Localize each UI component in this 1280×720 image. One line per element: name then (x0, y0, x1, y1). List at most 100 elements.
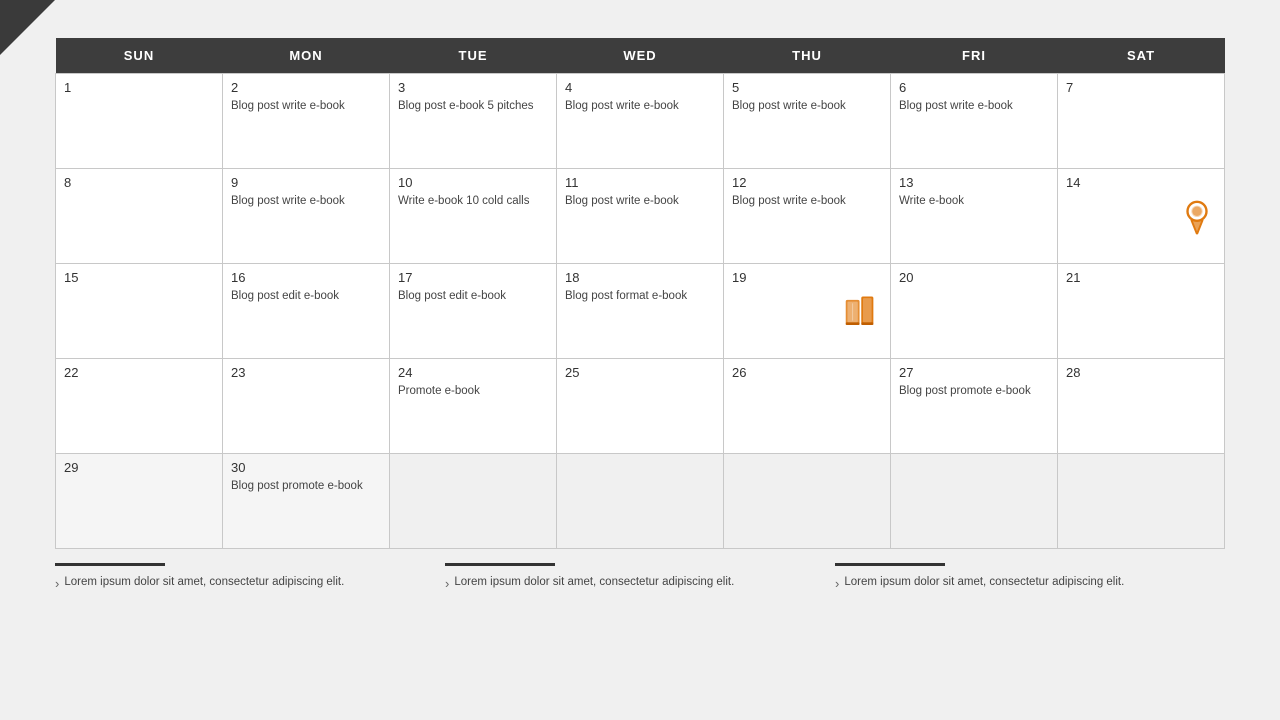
calendar-cell-w1-d2: 2 Blog post write e-book (223, 74, 390, 169)
calendar-cell-w2-d1: 8 (56, 169, 223, 264)
day-number: 21 (1066, 270, 1216, 285)
day-number: 10 (398, 175, 548, 190)
day-number: 15 (64, 270, 214, 285)
day-number: 3 (398, 80, 548, 95)
day-number: 30 (231, 460, 381, 475)
day-number: 23 (231, 365, 381, 380)
day-header-thu: THU (724, 38, 891, 74)
book-icon (732, 293, 882, 331)
calendar-cell-w2-d7: 14 (1058, 169, 1225, 264)
calendar-cell-w4-d1: 22 (56, 359, 223, 454)
day-event-text: Blog post write e-book (231, 98, 381, 114)
footer-line (445, 563, 555, 566)
calendar-cell-w5-d1: 29 (56, 454, 223, 549)
calendar-header: SUNMONTUEWEDTHUFRISAT (56, 38, 1225, 74)
day-header-sat: SAT (1058, 38, 1225, 74)
calendar-cell-w3-d3: 17 Blog post edit e-book (390, 264, 557, 359)
day-number: 26 (732, 365, 882, 380)
day-header-sun: SUN (56, 38, 223, 74)
calendar-row-5: 29 30 Blog post promote e-book (56, 454, 1225, 549)
calendar-cell-w5-d6 (891, 454, 1058, 549)
day-number: 7 (1066, 80, 1216, 95)
day-event-text: Blog post write e-book (565, 193, 715, 209)
day-number: 27 (899, 365, 1049, 380)
calendar-cell-w1-d4: 4 Blog post write e-book (557, 74, 724, 169)
calendar-cell-w3-d1: 15 (56, 264, 223, 359)
calendar-cell-w5-d7 (1058, 454, 1225, 549)
calendar-cell-w3-d4: 18 Blog post format e-book (557, 264, 724, 359)
day-number: 18 (565, 270, 715, 285)
calendar-cell-w4-d6: 27 Blog post promote e-book (891, 359, 1058, 454)
day-header-mon: MON (223, 38, 390, 74)
day-number: 2 (231, 80, 381, 95)
footer-content: Lorem ipsum dolor sit amet, consectetur … (454, 574, 734, 591)
day-header-wed: WED (557, 38, 724, 74)
day-number: 12 (732, 175, 882, 190)
calendar-cell-w5-d4 (557, 454, 724, 549)
footer-content: Lorem ipsum dolor sit amet, consectetur … (64, 574, 344, 591)
calendar-cell-w2-d4: 11 Blog post write e-book (557, 169, 724, 264)
day-event-text: Write e-book 10 cold calls (398, 193, 548, 209)
day-number: 11 (565, 175, 715, 190)
day-event-text: Blog post write e-book (732, 193, 882, 209)
award-icon (1066, 198, 1216, 236)
day-number: 4 (565, 80, 715, 95)
day-number: 25 (565, 365, 715, 380)
day-event-text: Blog post promote e-book (899, 383, 1049, 399)
calendar-cell-w4-d3: 24Promote e-book (390, 359, 557, 454)
footer-col-3: ›Lorem ipsum dolor sit amet, consectetur… (835, 563, 1225, 594)
day-event-text: Blog post edit e-book (398, 288, 548, 304)
calendar-cell-w5-d2: 30 Blog post promote e-book (223, 454, 390, 549)
calendar-cell-w4-d2: 23 (223, 359, 390, 454)
day-number: 13 (899, 175, 1049, 190)
day-header-tue: TUE (390, 38, 557, 74)
footer-line (835, 563, 945, 566)
calendar-cell-w1-d7: 7 (1058, 74, 1225, 169)
day-number: 22 (64, 365, 214, 380)
day-number: 28 (1066, 365, 1216, 380)
footer-col-1: ›Lorem ipsum dolor sit amet, consectetur… (55, 563, 445, 594)
footer: › Lorem ipsum dolor sit amet, consectetur… (0, 549, 1280, 594)
page-title (0, 0, 1280, 38)
calendar-row-2: 89Blog post write e-book10Write e-book 1… (56, 169, 1225, 264)
calendar-row-4: 22 23 24Promote e-book 25 26 27 Blog post prom… (56, 359, 1225, 454)
calendar-cell-w1-d3: 3 Blog post e-book 5 pitches (390, 74, 557, 169)
day-event-text: Promote e-book (398, 383, 548, 399)
calendar-cell-w2-d6: 13 Write e-book (891, 169, 1058, 264)
day-event-text: Blog post write e-book (732, 98, 882, 114)
footer-content: Lorem ipsum dolor sit amet, consectetur … (844, 574, 1124, 591)
day-event-text: Blog post write e-book (565, 98, 715, 114)
footer-text: ›Lorem ipsum dolor sit amet, consectetur… (55, 574, 445, 594)
day-number: 16 (231, 270, 381, 285)
day-number: 14 (1066, 175, 1216, 190)
calendar-cell-w4-d7: 28 (1058, 359, 1225, 454)
calendar-table: SUNMONTUEWEDTHUFRISAT 12 Blog post write … (55, 38, 1225, 549)
calendar-cell-w4-d5: 26 (724, 359, 891, 454)
day-event-text: Blog post format e-book (565, 288, 715, 304)
day-event-text: Blog post edit e-book (231, 288, 381, 304)
calendar-cell-w1-d6: 6 Blog post write e-book (891, 74, 1058, 169)
day-number: 19 (732, 270, 882, 285)
day-event-text: Blog post promote e-book (231, 478, 381, 494)
footer-col-2: › Lorem ipsum dolor sit amet, consectetur… (445, 563, 835, 594)
footer-line (55, 563, 165, 566)
day-number: 6 (899, 80, 1049, 95)
day-number: 29 (64, 460, 214, 475)
day-event-text: Blog post write e-book (899, 98, 1049, 114)
calendar-cell-w4-d4: 25 (557, 359, 724, 454)
day-number: 17 (398, 270, 548, 285)
calendar-cell-w3-d6: 20 (891, 264, 1058, 359)
corner-decoration (0, 0, 55, 55)
calendar-cell-w3-d5: 19 (724, 264, 891, 359)
calendar-cell-w5-d5 (724, 454, 891, 549)
calendar-cell-w1-d1: 1 (56, 74, 223, 169)
calendar-row-1: 12 Blog post write e-book 3 Blog post e-boo… (56, 74, 1225, 169)
day-number: 20 (899, 270, 1049, 285)
calendar-cell-w2-d3: 10 Write e-book 10 cold calls (390, 169, 557, 264)
day-event-text: Write e-book (899, 193, 1049, 209)
calendar-cell-w2-d2: 9Blog post write e-book (223, 169, 390, 264)
footer-bullet: › (445, 574, 449, 594)
day-number: 9 (231, 175, 381, 190)
day-header-fri: FRI (891, 38, 1058, 74)
day-event-text: Blog post e-book 5 pitches (398, 98, 548, 114)
